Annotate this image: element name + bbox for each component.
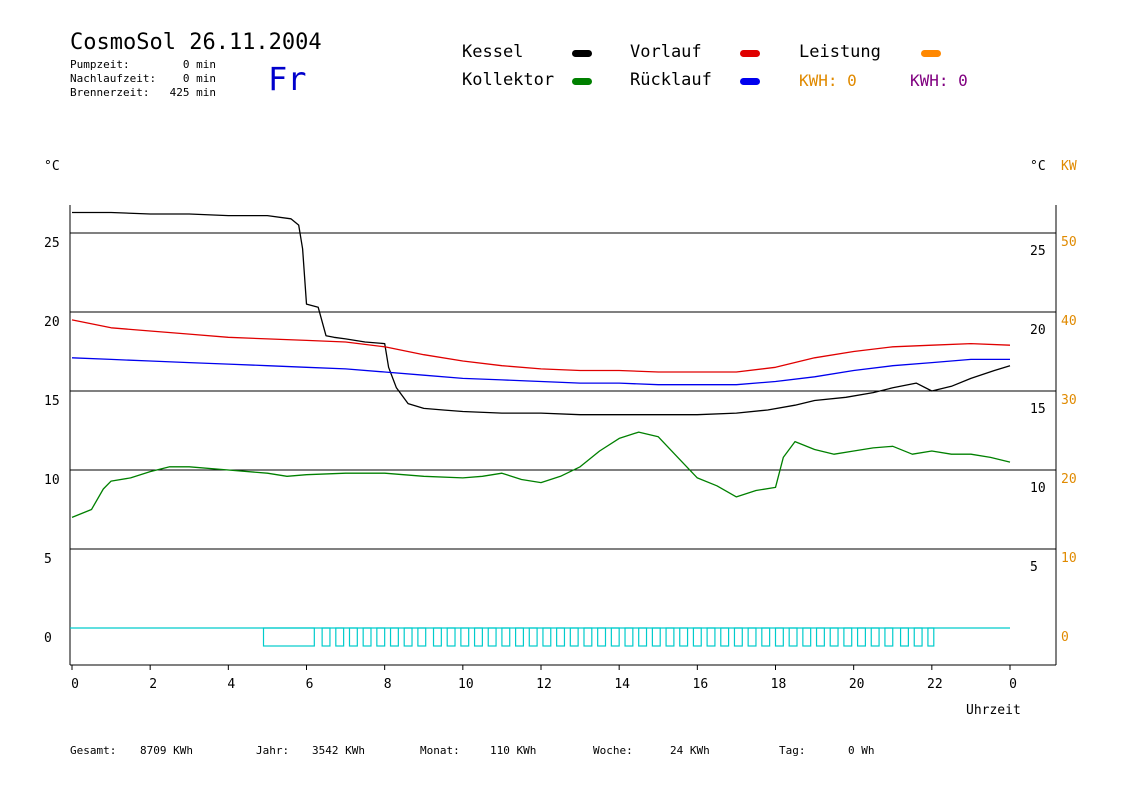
y-tick-left-25: 25 (44, 236, 60, 251)
x-tick-label-10: 20 (849, 677, 865, 692)
monat-label: Monat: (420, 744, 460, 757)
pump-on-interval (856, 627, 866, 647)
x-tick-label-12: 0 (1009, 677, 1017, 692)
y-tick-right-25: 25 (1030, 244, 1046, 259)
tag-value: 0 Wh (848, 744, 875, 757)
y-tick-right-15: 15 (1030, 402, 1046, 417)
series-line-ruecklauf (71, 357, 1010, 386)
gesamt-label: Gesamt: (70, 744, 117, 757)
gesamt-value: 8709 KWh (140, 744, 193, 757)
x-tick-label-3: 6 (306, 677, 314, 692)
x-tick-label-2: 4 (227, 677, 235, 692)
y-tick-right-5: 5 (1030, 560, 1038, 575)
pump-on-interval (403, 627, 413, 647)
pump-on-interval (610, 627, 620, 647)
pump-on-interval (829, 627, 839, 647)
pump-on-interval (362, 627, 372, 647)
pump-on-interval (692, 627, 702, 647)
x-tick-label-9: 18 (771, 677, 787, 692)
pump-on-interval (843, 627, 853, 647)
pump-on-interval (473, 627, 483, 647)
y-tick-kw-50: 50 (1061, 235, 1077, 250)
y-tick-left-10: 10 (44, 473, 60, 488)
pump-on-interval (733, 627, 743, 647)
pump-on-interval (927, 627, 935, 647)
pump-on-interval (583, 627, 593, 647)
pump-on-interval (899, 627, 909, 647)
monat-value: 110 KWh (490, 744, 537, 757)
y-tick-left-15: 15 (44, 394, 60, 409)
pump-on-interval (556, 627, 566, 647)
y-tick-kw-20: 20 (1061, 472, 1077, 487)
pump-on-interval (528, 627, 538, 647)
series-line-kollektor (71, 431, 1011, 519)
pump-on-interval (870, 627, 880, 647)
x-tick-label-4: 8 (384, 677, 392, 692)
pump-on-interval (417, 627, 427, 647)
pump-on-interval (651, 627, 661, 647)
x-tick-label-5: 10 (458, 677, 474, 692)
pump-on-interval (815, 627, 825, 647)
y-tick-left-0: 0 (44, 631, 52, 646)
temperature-chart: 0 5 10 15 20 25 5 10 15 20 25 0 10 20 30 40 50 °C °C KW 0 2 4 6… (44, 159, 1077, 718)
pump-on-interval (638, 627, 648, 647)
tag-label: Tag: (779, 744, 806, 757)
y-tick-kw-0: 0 (1061, 630, 1069, 645)
pump-on-interval (624, 627, 634, 647)
series-line-kessel (72, 211, 1011, 416)
pump-on-interval (788, 627, 798, 647)
pump-on-interval (542, 627, 552, 647)
pump-on-interval (460, 627, 470, 647)
pump-on-interval (446, 627, 456, 647)
y-tick-right-10: 10 (1030, 481, 1046, 496)
pump-on-interval (514, 627, 525, 647)
y-unit-right: °C (1030, 159, 1046, 174)
series-line-vorlauf (71, 319, 1011, 373)
jahr-label: Jahr: (256, 744, 290, 757)
pump-on-interval (679, 627, 689, 647)
pump-on-interval (569, 627, 579, 647)
y-tick-kw-30: 30 (1061, 393, 1077, 408)
pump-on-interval (432, 627, 442, 647)
pump-on-interval (321, 627, 331, 647)
pump-on-interval (720, 627, 730, 647)
pump-on-interval (389, 627, 399, 647)
pump-on-interval (262, 627, 315, 647)
pump-on-interval (884, 627, 894, 647)
y-tick-left-20: 20 (44, 315, 60, 330)
pump-on-interval (335, 627, 345, 647)
pump-on-interval (501, 627, 511, 647)
jahr-value: 3542 KWh (312, 744, 365, 757)
y-tick-left-5: 5 (44, 552, 52, 567)
woche-value: 24 KWh (670, 744, 710, 757)
x-axis-label: Uhrzeit (966, 703, 1021, 718)
x-tick-label-11: 22 (927, 677, 943, 692)
x-tick-label-0: 0 (71, 677, 79, 692)
y-tick-right-20: 20 (1030, 323, 1046, 338)
x-tick-label-1: 2 (149, 677, 157, 692)
y-unit-left: °C (44, 159, 60, 174)
pump-on-interval (487, 627, 497, 647)
pump-on-interval (774, 627, 784, 647)
pump-on-interval (747, 627, 757, 647)
x-tick-label-8: 16 (693, 677, 709, 692)
y-tick-kw-40: 40 (1061, 314, 1077, 329)
pump-on-interval (376, 627, 386, 647)
x-tick-label-6: 12 (536, 677, 552, 692)
pump-on-interval (913, 627, 923, 647)
pump-on-interval (597, 627, 607, 647)
pump-on-interval (761, 627, 771, 647)
x-tick-label-7: 14 (614, 677, 630, 692)
pump-on-interval (665, 627, 675, 647)
y-tick-kw-10: 10 (1061, 551, 1077, 566)
y-unit-kw: KW (1061, 159, 1077, 174)
woche-label: Woche: (593, 744, 633, 757)
pump-on-interval (706, 627, 716, 647)
pump-on-interval (802, 627, 812, 647)
pump-on-interval (348, 627, 358, 647)
